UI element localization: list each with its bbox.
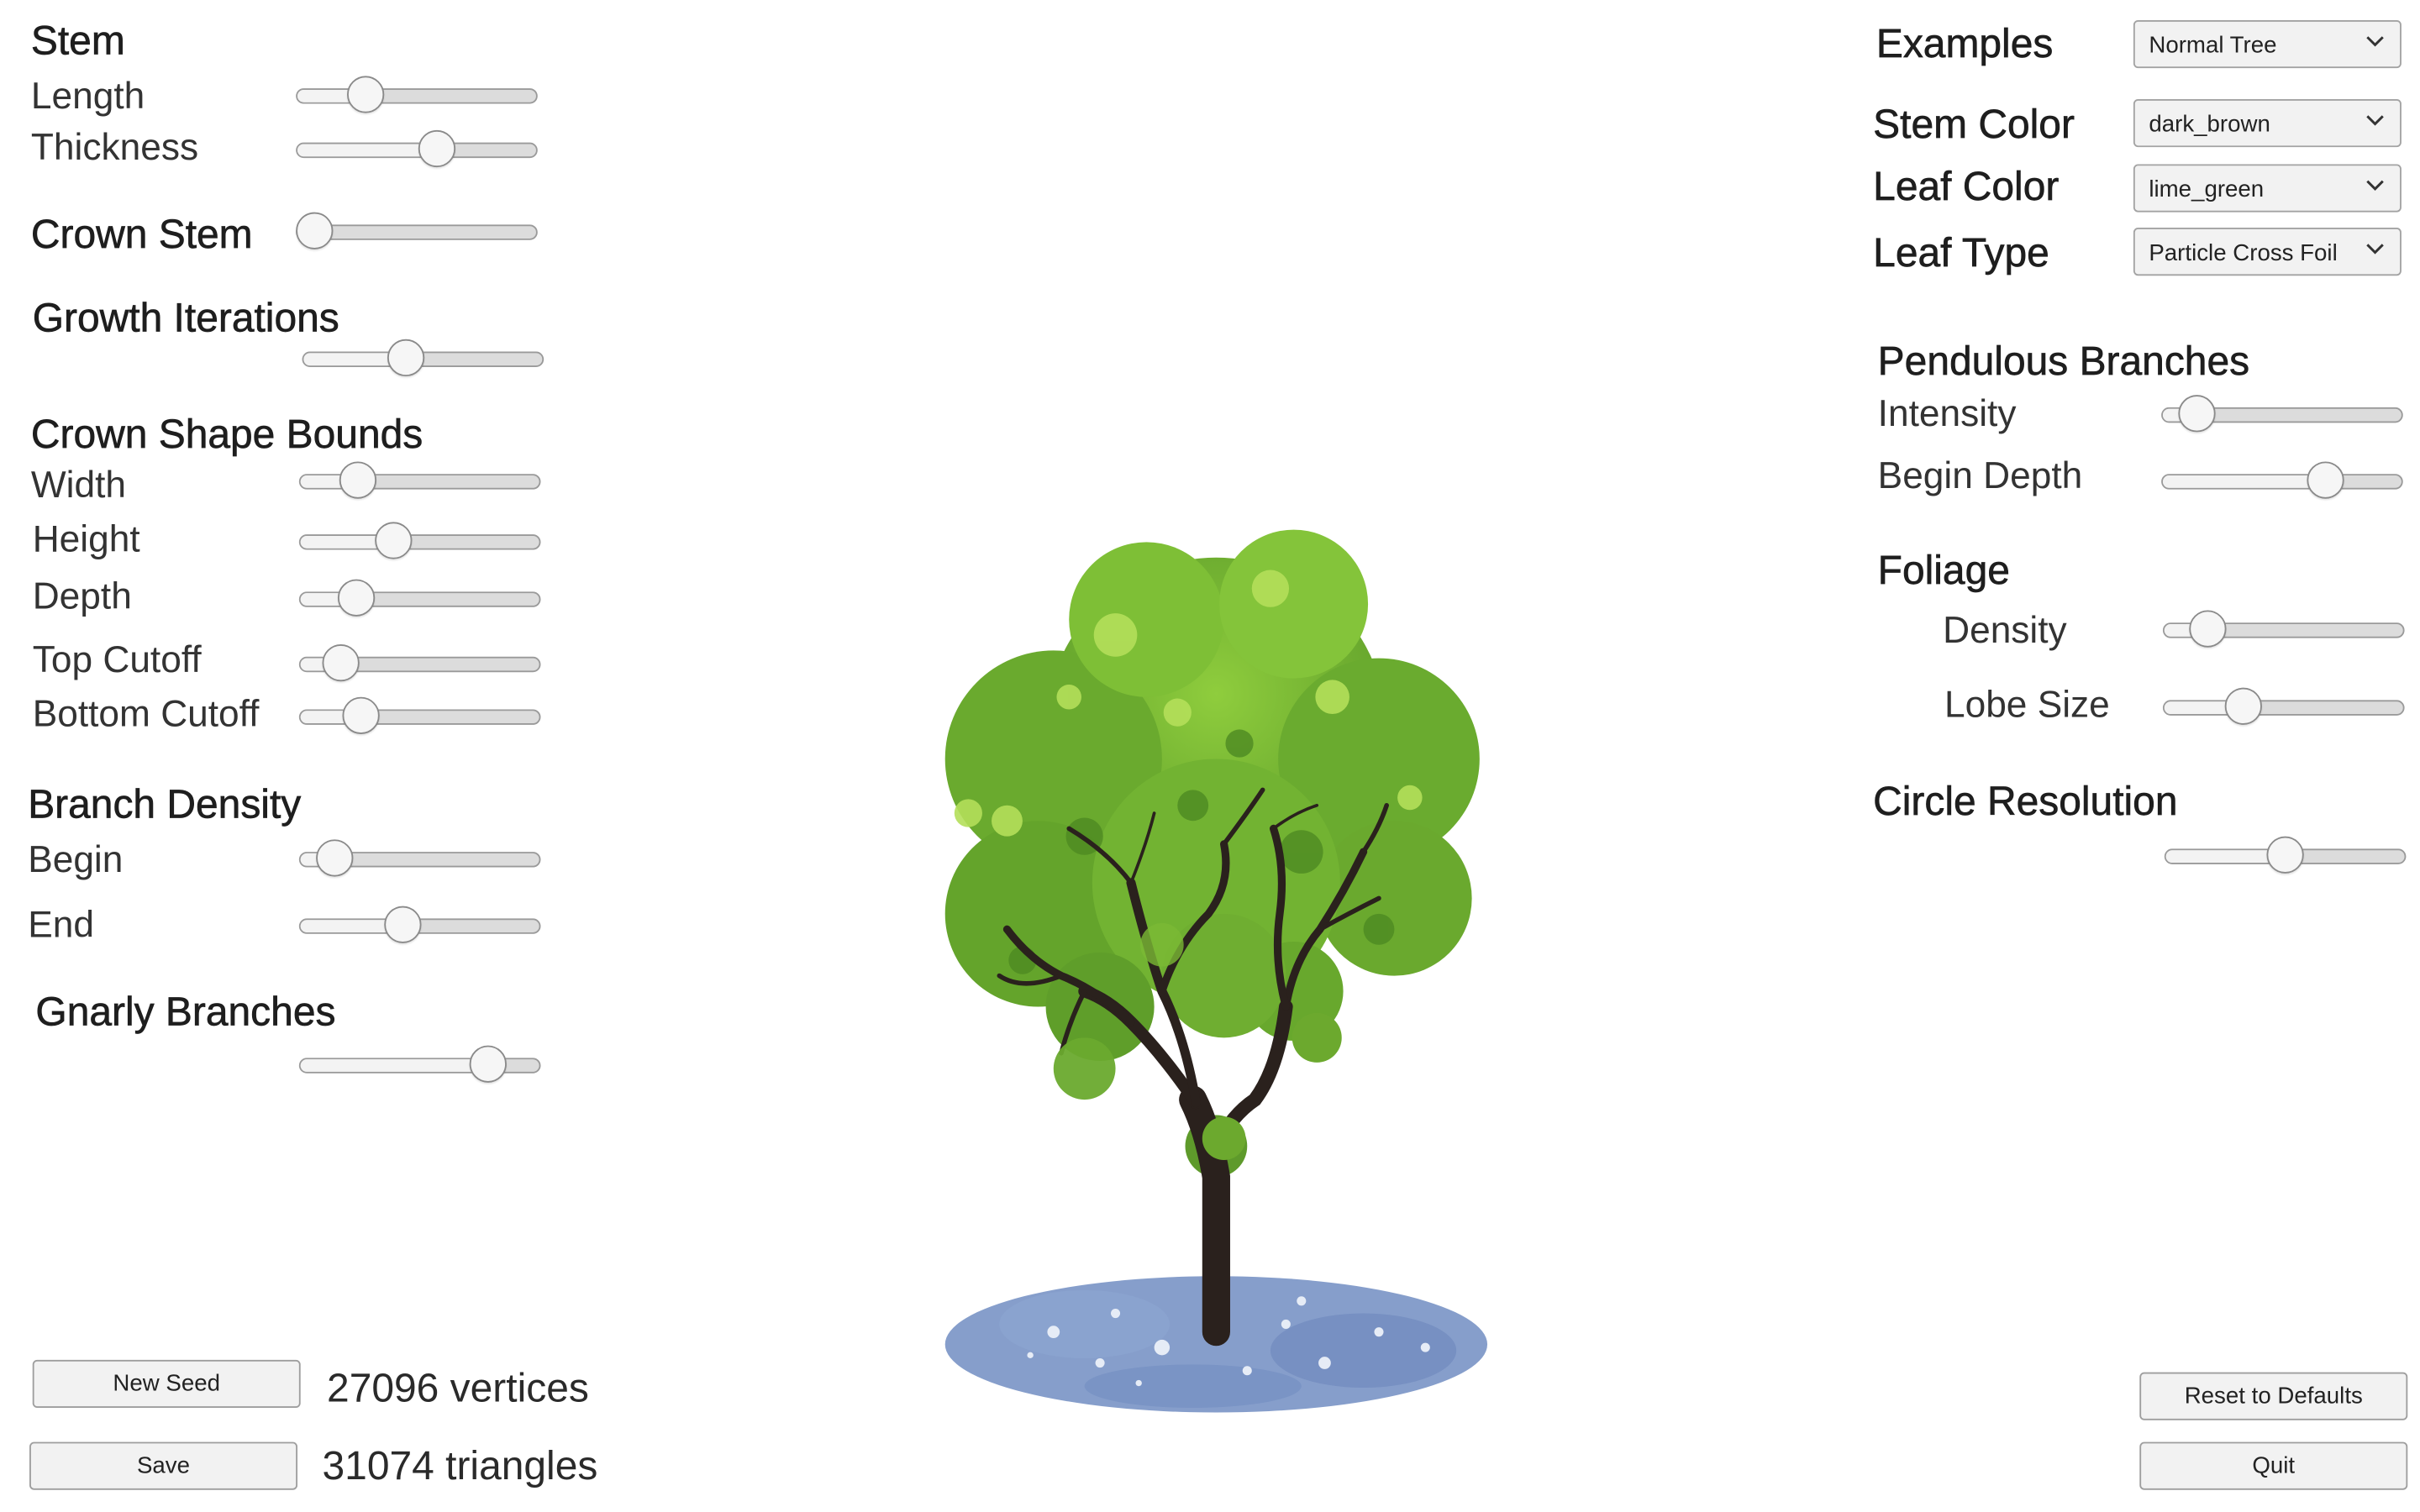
slider-thumb[interactable] — [387, 339, 426, 377]
crown-stem-header: Crown Stem — [30, 210, 253, 258]
foliage-header: Foliage — [1877, 546, 2010, 594]
circle-resolution-header: Circle Resolution — [1873, 777, 2178, 824]
quit-button[interactable]: Quit — [2139, 1441, 2408, 1490]
top-cutoff-slider[interactable] — [298, 643, 541, 689]
slider-thumb[interactable] — [2266, 836, 2304, 874]
branch-density-header: Branch Density — [28, 780, 302, 827]
new-seed-button[interactable]: New Seed — [32, 1359, 301, 1409]
slider-thumb[interactable] — [468, 1045, 507, 1083]
foliage — [944, 529, 1480, 1178]
branch-density-begin-label: Begin — [28, 839, 124, 882]
tree-generator-ui: Stem Length Thickness Crown Stem Growth … — [0, 0, 2420, 1512]
crown-width-slider[interactable] — [298, 460, 541, 507]
slider-thumb[interactable] — [418, 129, 456, 168]
chevron-down-icon — [2366, 244, 2384, 255]
branch-density-begin-slider[interactable] — [298, 837, 541, 884]
gnarly-branches-slider[interactable] — [298, 1044, 541, 1090]
crown-depth-slider[interactable] — [298, 578, 541, 624]
slider-thumb[interactable] — [315, 839, 353, 877]
pendulous-intensity-label: Intensity — [1877, 393, 2017, 436]
tree-preview-viewport[interactable] — [914, 527, 1518, 1441]
top-cutoff-label: Top Cutoff — [32, 639, 202, 682]
crown-depth-label: Depth — [32, 575, 132, 618]
stem-color-label: Stem Color — [1873, 100, 2075, 148]
examples-dropdown[interactable]: Normal Tree — [2133, 19, 2402, 69]
foliage-density-slider[interactable] — [2162, 609, 2405, 655]
crown-width-label: Width — [30, 465, 127, 507]
leaf-color-label: Leaf Color — [1873, 162, 2060, 209]
slider-thumb[interactable] — [2189, 610, 2227, 648]
circle-resolution-slider[interactable] — [2164, 835, 2407, 881]
examples-dropdown-value: Normal Tree — [2149, 32, 2277, 60]
pendulous-intensity-slider[interactable] — [2161, 393, 2403, 439]
chevron-down-icon — [2366, 180, 2384, 192]
leaf-color-dropdown[interactable]: lime_green — [2133, 164, 2402, 213]
stem-length-slider[interactable] — [296, 75, 538, 121]
foliage-density-label: Density — [1943, 610, 2067, 653]
growth-iterations-slider[interactable] — [302, 338, 544, 384]
growth-iterations-header: Growth Iterations — [32, 294, 339, 341]
vertices-count: 27096 vertices — [327, 1364, 589, 1411]
slider-thumb[interactable] — [385, 906, 423, 943]
reset-to-defaults-button[interactable]: Reset to Defaults — [2139, 1372, 2408, 1420]
stem-thickness-label: Thickness — [30, 127, 199, 169]
examples-label: Examples — [1876, 19, 2054, 67]
crown-shape-bounds-header: Crown Shape Bounds — [30, 410, 424, 457]
chevron-down-icon — [2366, 115, 2384, 126]
pendulous-begin-depth-slider[interactable] — [2161, 460, 2403, 507]
leaf-type-dropdown[interactable]: Particle Cross Foil — [2133, 228, 2402, 276]
slider-thumb[interactable] — [2177, 395, 2215, 433]
bottom-cutoff-slider[interactable] — [298, 696, 541, 742]
slider-thumb[interactable] — [374, 522, 413, 559]
slider-thumb[interactable] — [2223, 687, 2262, 725]
slider-thumb[interactable] — [321, 644, 359, 682]
chevron-down-icon — [2366, 36, 2384, 47]
slider-thumb[interactable] — [338, 579, 376, 617]
leaf-color-dropdown-value: lime_green — [2149, 176, 2265, 203]
stem-color-dropdown[interactable]: dark_brown — [2133, 99, 2402, 148]
crown-height-slider[interactable] — [298, 521, 541, 567]
leaf-type-dropdown-value: Particle Cross Foil — [2149, 239, 2338, 267]
crown-stem-slider[interactable] — [296, 211, 538, 257]
branch-density-end-label: End — [28, 904, 94, 947]
slider-thumb[interactable] — [296, 212, 334, 249]
foliage-lobe-size-label: Lobe Size — [1944, 684, 2110, 727]
stem-length-label: Length — [30, 76, 145, 118]
slider-thumb[interactable] — [347, 76, 385, 113]
save-button[interactable]: Save — [29, 1441, 298, 1490]
slider-thumb[interactable] — [2306, 461, 2344, 499]
crown-height-label: Height — [32, 518, 140, 561]
stem-header: Stem — [30, 17, 126, 64]
pendulous-begin-depth-label: Begin Depth — [1877, 455, 2083, 497]
tree-render — [944, 529, 1488, 1413]
foliage-lobe-size-slider[interactable] — [2162, 686, 2405, 732]
slider-thumb[interactable] — [339, 461, 377, 499]
stem-thickness-slider[interactable] — [296, 129, 538, 175]
leaf-type-label: Leaf Type — [1873, 228, 2049, 276]
gnarly-branches-header: Gnarly Branches — [35, 988, 336, 1035]
stem-color-dropdown-value: dark_brown — [2149, 111, 2270, 139]
slider-thumb[interactable] — [341, 696, 380, 734]
branch-density-end-slider[interactable] — [298, 905, 541, 951]
bottom-cutoff-label: Bottom Cutoff — [32, 694, 260, 736]
pendulous-branches-header: Pendulous Branches — [1877, 337, 2250, 385]
triangles-count: 31074 triangles — [322, 1441, 598, 1488]
